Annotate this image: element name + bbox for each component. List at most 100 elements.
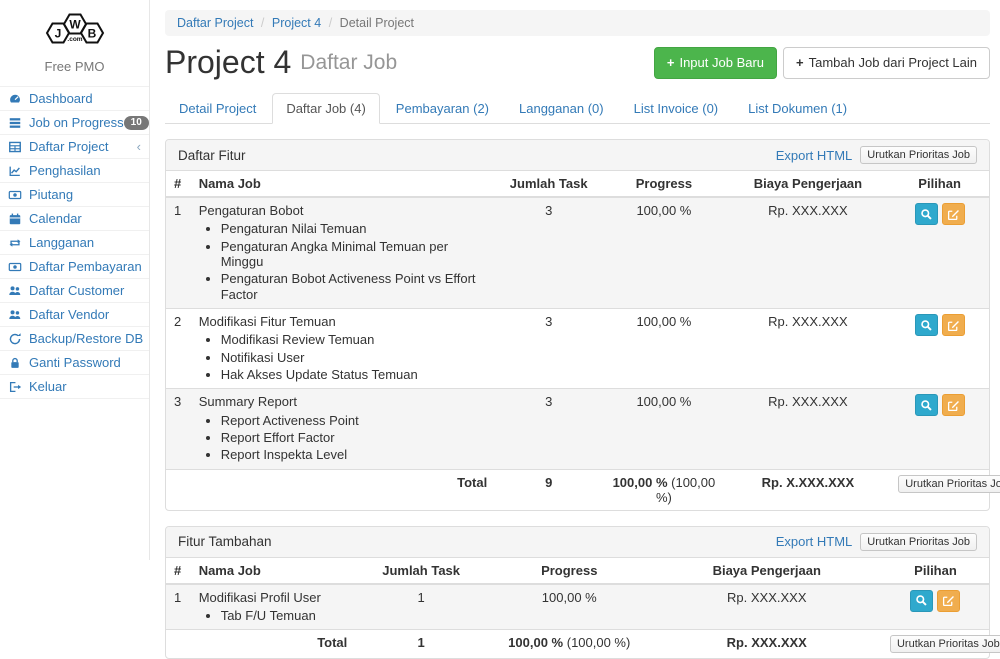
plus-icon: + [667, 54, 675, 72]
job-count-badge: 10 [124, 116, 149, 130]
sidebar-item-dashboard[interactable]: Dashboard [0, 86, 149, 110]
row-number: 1 [166, 584, 191, 630]
urutkan-prioritas-job-button[interactable]: Urutkan Prioritas Job [898, 475, 1000, 493]
total-row: Total 1 100,00 % (100,00 %) Rp. XXX.XXX … [166, 630, 989, 659]
total-progress: 100,00 % (100,00 %) [487, 630, 652, 659]
sidebar-item-piutang[interactable]: Piutang [0, 182, 149, 206]
urutkan-prioritas-job-button[interactable]: Urutkan Prioritas Job [890, 635, 1000, 653]
job-sub-item: Tab F/U Temuan [221, 608, 348, 623]
table-header-row: # Nama Job Jumlah Task Progress Biaya Pe… [166, 171, 989, 197]
pencil-square-icon [947, 399, 960, 412]
total-label: Total [191, 469, 496, 510]
job-sub-item: Notifikasi User [221, 350, 488, 365]
table-row: 1 Pengaturan Bobot Pengaturan Nilai Temu… [166, 197, 989, 308]
job-sub-item: Modifikasi Review Temuan [221, 332, 488, 347]
total-cost: Rp. XXX.XXX [652, 630, 882, 659]
panel-title: Fitur Tambahan [178, 534, 272, 549]
biaya-value: Rp. XXX.XXX [726, 197, 891, 308]
tab-daftar-job[interactable]: Daftar Job (4) [272, 93, 379, 124]
sidebar-item-calendar[interactable]: Calendar [0, 206, 149, 230]
breadcrumb-current: Detail Project [340, 16, 414, 30]
sidebar-item-keluar[interactable]: Keluar [0, 374, 149, 399]
fitur-tambahan-table: # Nama Job Jumlah Task Progress Biaya Pe… [166, 558, 989, 659]
view-job-button[interactable] [915, 394, 938, 416]
sidebar: J W B .com Free PMO Dashboard Job on Pro… [0, 0, 150, 560]
jumlah-task-value: 3 [495, 389, 602, 469]
export-html-link[interactable]: Export HTML [776, 148, 853, 163]
line-chart-icon [8, 164, 24, 178]
breadcrumb-separator: / [329, 16, 332, 30]
job-sub-item: Pengaturan Nilai Temuan [221, 221, 488, 236]
tab-list-invoice[interactable]: List Invoice (0) [620, 93, 733, 124]
view-job-button[interactable] [915, 203, 938, 225]
tab-detail-project[interactable]: Detail Project [165, 93, 270, 124]
job-name: Pengaturan Bobot [199, 203, 488, 219]
sidebar-item-label: Job on Progress [29, 115, 124, 130]
table-header-row: # Nama Job Jumlah Task Progress Biaya Pe… [166, 558, 989, 584]
edit-job-button[interactable] [937, 590, 960, 612]
main-content: Daftar Project / Project 4 / Detail Proj… [150, 0, 1000, 560]
biaya-value: Rp. XXX.XXX [726, 389, 891, 469]
column-header-pilihan: Pilihan [890, 171, 989, 197]
progress-value: 100,00 % [602, 309, 725, 389]
sidebar-item-daftar-project[interactable]: Daftar Project ‹ [0, 134, 149, 158]
job-sub-item: Report Effort Factor [221, 430, 488, 445]
sidebar-item-ganti-password[interactable]: Ganti Password [0, 350, 149, 374]
jumlah-task-value: 3 [495, 197, 602, 308]
breadcrumb-daftar-project[interactable]: Daftar Project [177, 16, 253, 30]
panel-fitur-tambahan: Fitur Tambahan Export HTML Urutkan Prior… [165, 526, 990, 659]
jwb-logo-icon: J W B .com [40, 7, 110, 53]
tab-pembayaran[interactable]: Pembayaran (2) [382, 93, 503, 124]
edit-job-button[interactable] [942, 394, 965, 416]
sidebar-item-daftar-customer[interactable]: Daftar Customer [0, 278, 149, 302]
svg-text:.com: .com [67, 36, 82, 43]
lock-icon [8, 356, 24, 370]
column-header-nama-job: Nama Job [191, 558, 356, 584]
biaya-value: Rp. XXX.XXX [726, 309, 891, 389]
sidebar-item-label: Calendar [29, 211, 82, 226]
edit-job-button[interactable] [942, 314, 965, 336]
tambah-job-dari-project-lain-button[interactable]: + Tambah Job dari Project Lain [783, 47, 990, 79]
sidebar-item-penghasilan[interactable]: Penghasilan [0, 158, 149, 182]
search-icon [915, 594, 928, 607]
urutkan-prioritas-job-button[interactable]: Urutkan Prioritas Job [860, 146, 977, 164]
panel-heading: Fitur Tambahan Export HTML Urutkan Prior… [166, 527, 989, 558]
breadcrumb-project-4[interactable]: Project 4 [272, 16, 321, 30]
pencil-square-icon [947, 208, 960, 221]
job-sub-list: Tab F/U Temuan [221, 608, 348, 623]
jumlah-task-value: 1 [355, 584, 487, 630]
breadcrumb-separator: / [261, 16, 264, 30]
app-logo: J W B .com [0, 0, 149, 56]
sidebar-item-daftar-pembayaran[interactable]: Daftar Pembayaran [0, 254, 149, 278]
job-sub-item: Pengaturan Angka Minimal Temuan per Ming… [221, 239, 488, 270]
tab-langganan[interactable]: Langganan (0) [505, 93, 618, 124]
column-header-biaya-pengerjaan: Biaya Pengerjaan [652, 558, 882, 584]
job-sub-list: Pengaturan Nilai Temuan Pengaturan Angka… [221, 221, 488, 302]
edit-job-button[interactable] [942, 203, 965, 225]
sidebar-item-daftar-vendor[interactable]: Daftar Vendor [0, 302, 149, 326]
export-html-link[interactable]: Export HTML [776, 534, 853, 549]
sidebar-item-label: Daftar Project [29, 139, 108, 154]
total-tasks: 9 [495, 469, 602, 510]
column-header-no: # [166, 171, 191, 197]
total-progress: 100,00 % (100,00 %) [602, 469, 725, 510]
sidebar-item-backup-restore-db[interactable]: Backup/Restore DB [0, 326, 149, 350]
plus-icon: + [796, 54, 804, 72]
users-icon [8, 308, 24, 322]
sidebar-item-langganan[interactable]: Langganan [0, 230, 149, 254]
input-job-baru-button[interactable]: + Input Job Baru [654, 47, 777, 79]
daftar-fitur-table: # Nama Job Jumlah Task Progress Biaya Pe… [166, 171, 989, 509]
sidebar-item-job-on-progress[interactable]: Job on Progress 10 [0, 110, 149, 134]
total-tasks: 1 [355, 630, 487, 659]
column-header-jumlah-task: Jumlah Task [495, 171, 602, 197]
view-job-button[interactable] [915, 314, 938, 336]
sign-out-icon [8, 380, 24, 394]
sidebar-item-label: Daftar Vendor [29, 307, 109, 322]
page-header: Project 4 Daftar Job + Input Job Baru + … [165, 45, 990, 80]
tab-list-dokumen[interactable]: List Dokumen (1) [734, 93, 861, 124]
view-job-button[interactable] [910, 590, 933, 612]
urutkan-prioritas-job-button[interactable]: Urutkan Prioritas Job [860, 533, 977, 551]
svg-text:J: J [54, 27, 61, 41]
total-cost: Rp. X.XXX.XXX [726, 469, 891, 510]
progress-value: 100,00 % [487, 584, 652, 630]
